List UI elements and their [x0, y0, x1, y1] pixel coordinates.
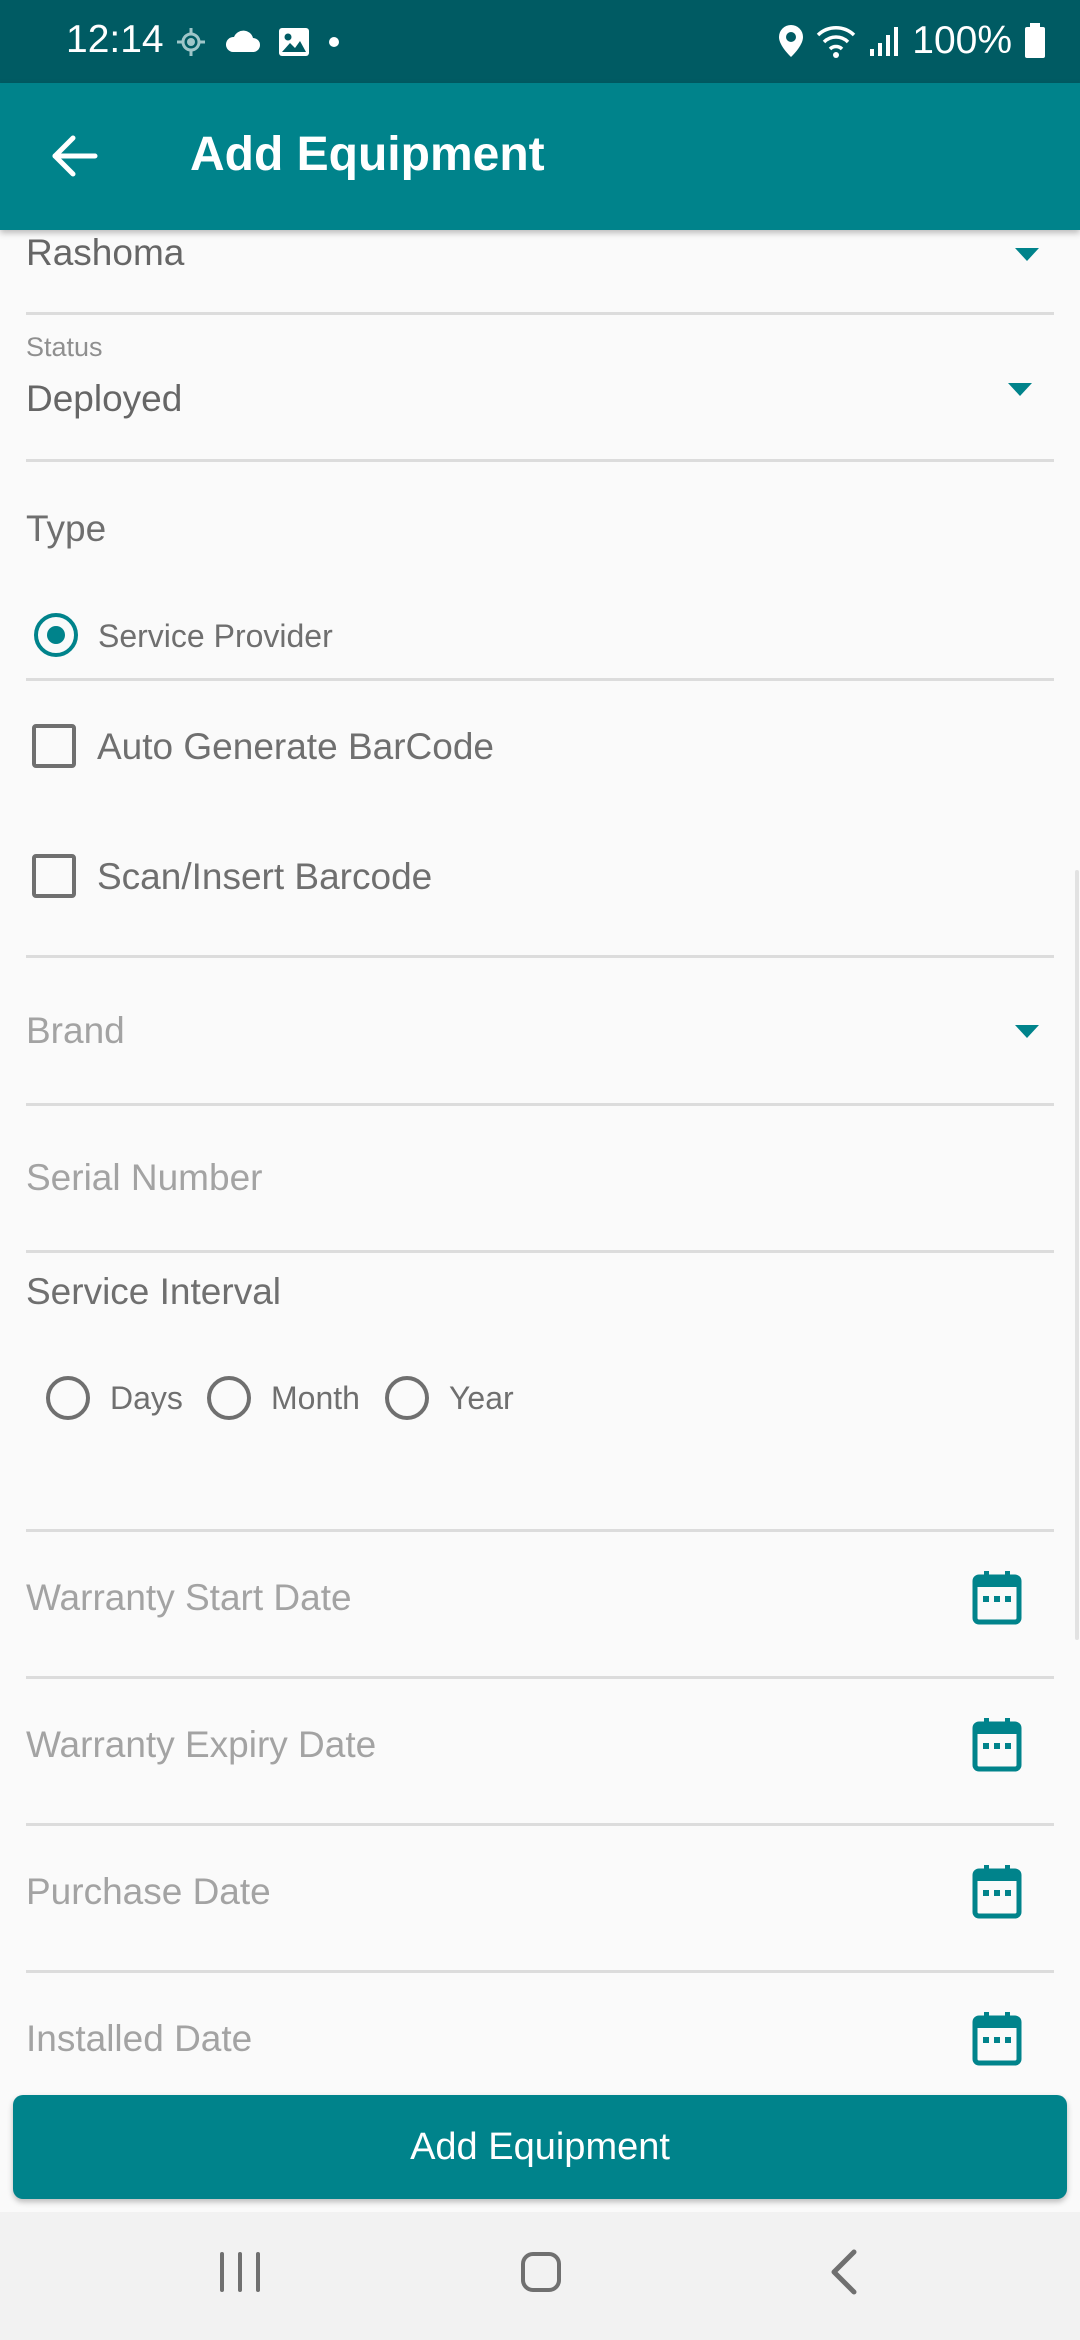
type-label: Type: [26, 508, 107, 549]
service-interval-label: Service Interval: [26, 1271, 281, 1312]
divider: [26, 312, 1054, 315]
calendar-icon[interactable]: [972, 1865, 1022, 1919]
wifi-icon: [817, 26, 856, 58]
purchase-date-placeholder: Purchase Date: [26, 1871, 271, 1912]
chevron-down-icon: [1015, 248, 1039, 261]
cloud-icon: [225, 30, 260, 52]
divider: [26, 678, 1054, 681]
checkbox[interactable]: [32, 724, 76, 768]
type-option-label: Service Provider: [98, 618, 333, 654]
radio-button[interactable]: [46, 1376, 90, 1420]
add-equipment-button[interactable]: Add Equipment: [13, 2095, 1067, 2199]
divider: [26, 459, 1054, 462]
status-icons-right: 100%: [778, 18, 1046, 64]
calendar-icon[interactable]: [972, 1571, 1022, 1625]
divider: [26, 1823, 1054, 1826]
status-bar: 12:14 100%: [0, 0, 1080, 83]
service-interval-option-label: Month: [271, 1380, 360, 1416]
scrollbar[interactable]: [1075, 870, 1079, 1640]
recents-icon[interactable]: [220, 2252, 260, 2292]
chevron-down-icon: [1008, 383, 1032, 396]
arrow-left-icon: [52, 135, 98, 177]
back-button[interactable]: [44, 125, 106, 187]
radio-button[interactable]: [207, 1376, 251, 1420]
battery-percent: 100%: [912, 19, 1012, 62]
status-label: Status: [26, 332, 103, 362]
divider: [26, 1250, 1054, 1253]
auto-generate-barcode-label: Auto Generate BarCode: [97, 726, 494, 767]
site-dropdown-value: Rashoma: [26, 232, 185, 273]
chevron-down-icon: [1015, 1025, 1039, 1038]
calendar-icon[interactable]: [972, 2012, 1022, 2066]
app-bar: Add Equipment: [0, 83, 1080, 230]
scan-insert-barcode-label: Scan/Insert Barcode: [97, 856, 433, 897]
divider: [26, 1970, 1054, 1973]
radio-button[interactable]: [385, 1376, 429, 1420]
image-icon: [279, 28, 309, 56]
system-nav-bar: [0, 2212, 1080, 2340]
brand-placeholder: Brand: [26, 1010, 125, 1051]
battery-icon: [1025, 23, 1045, 58]
service-interval-option-label: Days: [110, 1380, 183, 1416]
warranty-start-date-placeholder: Warranty Start Date: [26, 1577, 352, 1618]
divider: [26, 1676, 1054, 1679]
calendar-icon[interactable]: [972, 1718, 1022, 1772]
page-title: Add Equipment: [190, 128, 545, 181]
serial-number-placeholder: Serial Number: [26, 1157, 263, 1198]
divider: [26, 1529, 1054, 1532]
divider: [26, 955, 1054, 958]
location-pin-icon: [779, 25, 804, 57]
status-value: Deployed: [26, 378, 183, 419]
radio-button-selected[interactable]: [34, 613, 78, 657]
location-target-icon: [177, 28, 205, 56]
form-content: Rashoma Status Deployed Type Service Pro…: [0, 230, 1080, 2094]
back-nav-icon[interactable]: [828, 2248, 860, 2296]
signal-icon: [870, 27, 899, 56]
home-icon[interactable]: [521, 2252, 561, 2292]
divider: [26, 1103, 1054, 1106]
status-time: 12:14: [66, 18, 164, 61]
status-icons-left: [176, 22, 340, 62]
dot-icon: [329, 37, 339, 47]
service-interval-option-label: Year: [449, 1380, 514, 1416]
installed-date-placeholder: Installed Date: [26, 2018, 253, 2059]
checkbox[interactable]: [32, 854, 76, 898]
warranty-expiry-date-placeholder: Warranty Expiry Date: [26, 1724, 377, 1765]
